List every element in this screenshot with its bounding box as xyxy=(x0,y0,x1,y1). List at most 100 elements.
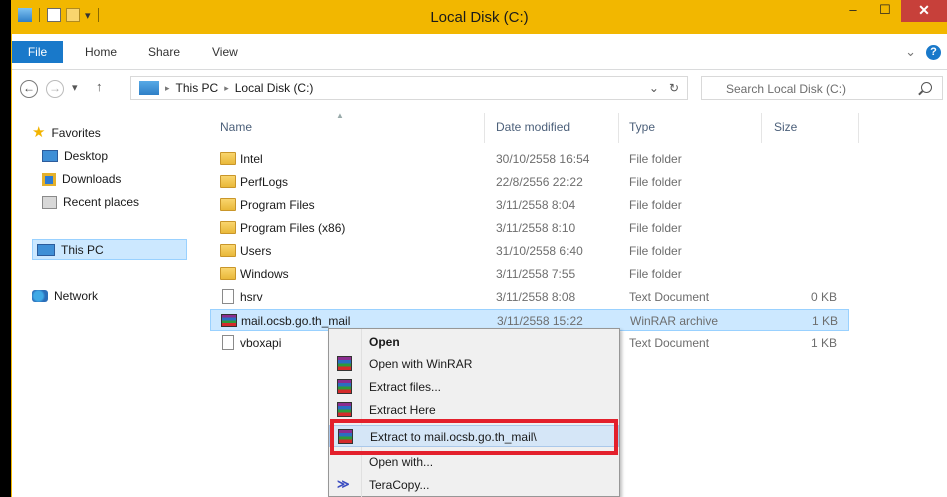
nav-downloads-label: Downloads xyxy=(62,172,122,186)
column-divider[interactable] xyxy=(761,113,762,143)
window-controls: – ☐ ✕ xyxy=(837,0,947,22)
nav-this-pc-label: This PC xyxy=(61,242,104,257)
close-button[interactable]: ✕ xyxy=(901,0,947,22)
breadcrumb-local-disk[interactable]: Local Disk (C:) xyxy=(235,81,314,95)
tab-share[interactable]: Share xyxy=(148,45,180,59)
nav-downloads[interactable]: Downloads xyxy=(42,172,121,186)
column-header-type[interactable]: Type xyxy=(629,120,655,134)
nav-desktop[interactable]: Desktop xyxy=(42,149,108,163)
breadcrumb: ▸ This PC ▸ Local Disk (C:) xyxy=(139,81,313,95)
breadcrumb-separator[interactable]: ▸ xyxy=(165,83,170,94)
navigation-bar: ← → ▾ ↑ ▸ This PC ▸ Local Disk (C:) ⌄ ↻ … xyxy=(12,70,947,108)
file-name: PerfLogs xyxy=(240,175,289,189)
tab-home[interactable]: Home xyxy=(85,45,117,59)
address-bar[interactable]: ▸ This PC ▸ Local Disk (C:) ⌄ ↻ xyxy=(130,76,688,100)
column-divider[interactable] xyxy=(484,113,485,143)
teracopy-icon: ≫ xyxy=(337,477,350,491)
menu-item-extract-files[interactable]: Extract files... xyxy=(329,376,619,398)
tab-file[interactable]: File xyxy=(12,41,63,63)
folder-icon xyxy=(220,221,236,234)
downloads-icon xyxy=(42,172,56,186)
file-type: File folder xyxy=(629,175,682,189)
folder-icon xyxy=(220,175,236,188)
nav-this-pc[interactable]: This PC xyxy=(32,239,187,260)
file-type: File folder xyxy=(629,267,682,281)
winrar-icon xyxy=(337,356,352,371)
file-type: Text Document xyxy=(629,290,710,304)
file-name: hsrv xyxy=(240,290,263,304)
folder-icon xyxy=(220,152,236,165)
file-date: 3/11/2558 15:22 xyxy=(497,314,583,328)
title-bar[interactable]: ▾ Local Disk (C:) – ☐ ✕ xyxy=(12,0,947,34)
window-title: Local Disk (C:) xyxy=(430,9,529,26)
context-menu: Open Open with WinRAR Extract files... E… xyxy=(328,328,620,497)
file-name: vboxapi xyxy=(240,336,282,350)
computer-icon xyxy=(37,243,55,256)
column-divider[interactable] xyxy=(618,113,619,143)
nav-recent-places[interactable]: Recent places xyxy=(42,195,139,209)
menu-item-extract-here[interactable]: Extract Here xyxy=(329,399,619,421)
winrar-icon xyxy=(337,402,352,417)
minimize-button[interactable]: – xyxy=(837,0,869,22)
menu-item-open-with-winrar[interactable]: Open with WinRAR xyxy=(329,353,619,375)
nav-recent-places-label: Recent places xyxy=(63,195,140,209)
file-name: Intel xyxy=(240,152,263,166)
file-date: 3/11/2558 8:08 xyxy=(496,290,576,304)
recent-locations-button[interactable]: ▾ xyxy=(72,81,78,94)
menu-item-label: Open with WinRAR xyxy=(369,357,473,371)
desktop-icon xyxy=(42,150,58,162)
breadcrumb-this-pc[interactable]: This PC xyxy=(176,81,219,95)
winrar-archive-icon xyxy=(221,314,237,327)
tab-view[interactable]: View xyxy=(212,45,238,59)
menu-item-label: Extract Here xyxy=(369,403,436,417)
file-date: 30/10/2558 16:54 xyxy=(496,152,590,166)
search-input[interactable]: Search Local Disk (C:) xyxy=(726,82,846,96)
file-size: 0 KB xyxy=(810,290,837,304)
network-icon xyxy=(32,290,48,302)
folder-icon xyxy=(220,267,236,280)
file-row-hsrv[interactable]: hsrv 3/11/2558 8:08 Text Document 0 KB xyxy=(210,286,849,308)
menu-item-teracopy[interactable]: ≫ TeraCopy... xyxy=(329,474,619,496)
file-row-program-files-x86[interactable]: Program Files (x86) 3/11/2558 8:10 File … xyxy=(210,217,849,239)
nav-favorites-label: Favorites xyxy=(51,126,101,140)
menu-item-open[interactable]: Open xyxy=(329,331,619,353)
menu-item-label: Extract files... xyxy=(369,380,442,394)
breadcrumb-separator[interactable]: ▸ xyxy=(224,83,229,94)
address-actions: ⌄ ↻ xyxy=(649,81,679,95)
file-row-intel[interactable]: Intel 30/10/2558 16:54 File folder xyxy=(210,148,849,170)
nav-network[interactable]: Network xyxy=(32,289,98,303)
file-name: mail.ocsb.go.th_mail xyxy=(241,314,351,328)
search-box[interactable]: Search Local Disk (C:) xyxy=(701,76,943,100)
file-date: 3/11/2558 8:04 xyxy=(496,198,576,212)
file-row-users[interactable]: Users 31/10/2558 6:40 File folder xyxy=(210,240,849,262)
file-row-program-files[interactable]: Program Files 3/11/2558 8:04 File folder xyxy=(210,194,849,216)
column-header-date-modified[interactable]: Date modified xyxy=(496,120,570,134)
window-left-edge xyxy=(0,0,12,497)
file-date: 3/11/2558 7:55 xyxy=(496,267,576,281)
address-dropdown-icon[interactable]: ⌄ xyxy=(649,81,659,95)
file-row-perflogs[interactable]: PerfLogs 22/8/2556 22:22 File folder xyxy=(210,171,849,193)
column-header-name[interactable]: Name xyxy=(220,120,252,134)
file-type: File folder xyxy=(629,198,682,212)
back-button[interactable]: ← xyxy=(20,80,38,98)
up-button[interactable]: ↑ xyxy=(96,79,103,94)
search-icon[interactable] xyxy=(921,82,932,93)
file-type: File folder xyxy=(629,221,682,235)
winrar-icon xyxy=(337,379,352,394)
column-name-label: Name xyxy=(220,120,253,134)
text-document-icon xyxy=(222,289,234,304)
forward-button[interactable]: → xyxy=(46,80,64,98)
column-header-size[interactable]: Size xyxy=(774,120,797,134)
column-divider[interactable] xyxy=(858,113,859,143)
nav-desktop-label: Desktop xyxy=(64,149,109,163)
maximize-button[interactable]: ☐ xyxy=(869,0,901,22)
file-name: Program Files xyxy=(240,198,315,212)
help-icon[interactable]: ? xyxy=(926,44,941,60)
file-type: WinRAR archive xyxy=(630,314,719,328)
refresh-icon[interactable]: ↻ xyxy=(669,81,679,95)
recent-places-icon xyxy=(42,195,57,209)
file-row-windows[interactable]: Windows 3/11/2558 7:55 File folder xyxy=(210,263,849,285)
navigation-pane: ★ Favorites Desktop Downloads Recent pla… xyxy=(12,108,198,497)
nav-favorites[interactable]: ★ Favorites xyxy=(32,125,101,140)
expand-ribbon-icon[interactable]: ⌄ xyxy=(905,44,916,60)
